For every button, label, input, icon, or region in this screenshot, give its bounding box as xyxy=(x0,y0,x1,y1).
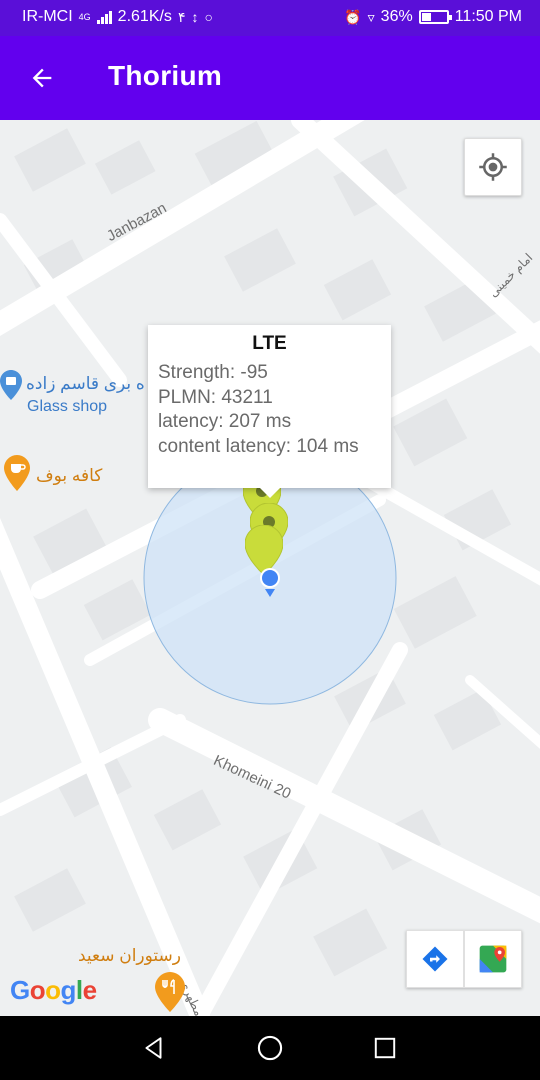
location-icon: ▿ xyxy=(367,9,375,25)
status-extra: ۴ xyxy=(177,8,186,25)
info-latency: latency: 207 ms xyxy=(158,411,292,432)
restaurant-name: رستوران سعید xyxy=(78,946,182,965)
nav-home-icon xyxy=(257,1035,283,1061)
back-button[interactable] xyxy=(22,58,62,98)
carrier-name: IR-MCI xyxy=(22,8,73,25)
app-title: Thorium xyxy=(108,60,223,91)
restaurant-marker-icon xyxy=(155,972,185,1012)
directions-button[interactable] xyxy=(406,930,464,988)
glass-shop-pin[interactable] xyxy=(0,370,22,400)
status-time: 11:50 PM xyxy=(454,8,522,25)
cafe-name: کافه بوف xyxy=(36,466,103,485)
status-right: ⏰ ▿ 36% 11:50 PM xyxy=(344,8,522,26)
network-type: 4G xyxy=(78,11,91,22)
arrow-back-icon xyxy=(32,68,52,88)
battery-icon xyxy=(418,10,452,24)
restaurant-pin[interactable] xyxy=(155,972,185,1012)
my-location-icon xyxy=(479,153,507,181)
google-maps-icon xyxy=(479,945,507,973)
whatsapp-icon: ○ xyxy=(204,9,213,25)
map-toolbar xyxy=(406,930,522,988)
alarm-icon: ⏰ xyxy=(344,9,362,25)
nav-back-icon xyxy=(145,1037,162,1059)
shop-marker-icon xyxy=(0,370,22,400)
nav-recents-button[interactable] xyxy=(369,1032,401,1064)
battery-percent: 36% xyxy=(380,8,413,25)
open-google-maps-button[interactable] xyxy=(464,930,522,988)
directions-icon xyxy=(422,946,448,972)
status-left: IR-MCI 4G 2.61K/s ۴ ↕ ○ xyxy=(22,8,213,26)
nav-recents-icon xyxy=(374,1037,396,1059)
system-nav-bar xyxy=(0,1016,540,1080)
google-logo: Google xyxy=(10,975,97,1005)
my-location-button[interactable] xyxy=(464,138,522,196)
nav-back-button[interactable] xyxy=(138,1032,170,1064)
battery-fill xyxy=(421,13,431,21)
network-speed: 2.61K/s xyxy=(117,8,172,25)
cafe-marker-icon xyxy=(4,455,30,491)
cell-info-window[interactable]: LTE Strength: -95 PLMN: 43211 latency: 2… xyxy=(148,325,391,498)
glass-shop-name-fa: ه بری قاسم زاده xyxy=(26,374,145,393)
app-bar: Thorium xyxy=(0,36,540,120)
info-content-latency: content latency: 104 ms xyxy=(158,435,359,457)
current-location-dot xyxy=(259,567,281,599)
status-bar: IR-MCI 4G 2.61K/s ۴ ↕ ○ ⏰ ▿ 36% 11:50 PM xyxy=(0,0,540,36)
info-title: LTE xyxy=(252,333,287,354)
info-plmn: PLMN: 43211 xyxy=(158,386,273,408)
info-strength: Strength: -95 xyxy=(158,362,268,383)
nav-home-button[interactable] xyxy=(254,1032,286,1064)
usb-icon: ↕ xyxy=(191,9,199,25)
map-view[interactable]: Janbazan امام خمینی Khomeini 20 مطهری ه … xyxy=(0,120,540,1016)
cafe-pin[interactable] xyxy=(4,455,30,491)
signal-icon xyxy=(96,10,112,24)
info-window-tail xyxy=(260,488,280,498)
glass-shop-name-en: Glass shop xyxy=(27,398,108,415)
